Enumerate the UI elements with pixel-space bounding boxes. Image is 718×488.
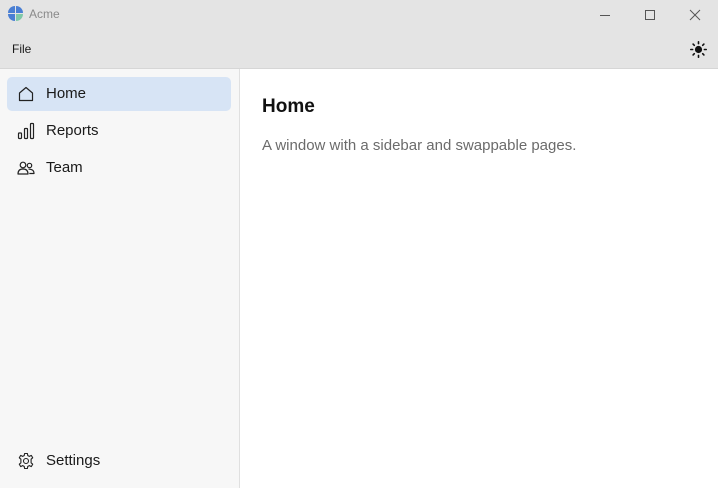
menu-bar: File xyxy=(0,30,718,69)
gear-icon xyxy=(18,452,34,470)
sidebar-item-label: Team xyxy=(46,159,83,176)
menu-file[interactable]: File xyxy=(12,42,31,57)
sidebar: Home Reports Team Settings xyxy=(0,69,240,488)
sidebar-item-label: Settings xyxy=(46,452,101,469)
close-icon xyxy=(689,9,701,21)
sun-icon[interactable] xyxy=(690,41,707,58)
sidebar-item-team[interactable]: Team xyxy=(7,151,231,185)
minimize-button[interactable] xyxy=(582,0,628,30)
main-content: Home A window with a sidebar and swappab… xyxy=(240,69,718,488)
page-title: Home xyxy=(262,96,315,117)
people-icon xyxy=(17,161,35,175)
close-button[interactable] xyxy=(672,0,718,30)
title-bar[interactable]: Acme xyxy=(0,0,718,30)
sidebar-item-label: Reports xyxy=(46,122,99,139)
sidebar-item-settings[interactable]: Settings xyxy=(7,444,231,478)
maximize-icon xyxy=(645,10,655,20)
sidebar-item-home[interactable]: Home xyxy=(7,77,231,111)
sidebar-item-label: Home xyxy=(46,85,87,102)
page-description: A window with a sidebar and swappable pa… xyxy=(262,137,577,154)
minimize-icon xyxy=(600,15,610,16)
app-window: Acme File Home Reports Team Settings Hom… xyxy=(0,0,718,488)
sidebar-item-reports[interactable]: Reports xyxy=(7,114,231,148)
bar-chart-icon xyxy=(17,122,35,140)
home-icon xyxy=(18,86,34,102)
maximize-button[interactable] xyxy=(627,0,673,30)
app-logo-icon xyxy=(8,6,23,21)
window-title: Acme xyxy=(29,7,60,21)
